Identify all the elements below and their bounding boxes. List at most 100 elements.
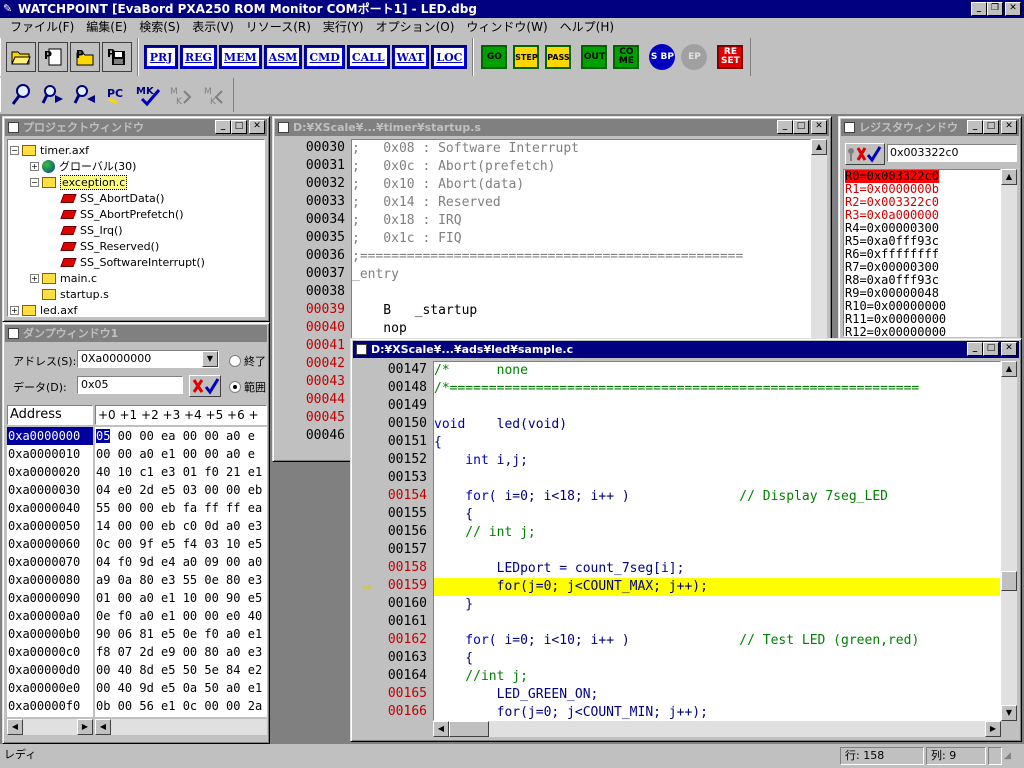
open-folder-button[interactable]: [6, 42, 36, 72]
prj-view-button[interactable]: PRJ: [144, 45, 178, 69]
bytes-hscroll[interactable]: ◀: [95, 719, 267, 735]
mark-prev-button[interactable]: MK: [198, 80, 228, 110]
tree-item[interactable]: SS_SoftwareInterrupt(): [8, 254, 264, 270]
code-line[interactable]: B _startup: [352, 302, 810, 320]
dump-address-cell[interactable]: 0xa0000060: [7, 535, 93, 553]
code-line[interactable]: for( i=0; i<18; i++ ) // Display 7seg_LE…: [434, 488, 1000, 506]
sample-hscroll[interactable]: ◀ ▶: [433, 721, 1001, 737]
wat-view-button[interactable]: WAT: [391, 45, 430, 69]
tree-item[interactable]: SS_Reserved(): [8, 238, 264, 254]
ep-button[interactable]: EP: [681, 44, 708, 70]
code-line[interactable]: LEDport = count_7seg[i];: [434, 560, 1000, 578]
code-line[interactable]: ;=======================================…: [352, 248, 810, 266]
come-button[interactable]: CO ME: [613, 45, 640, 69]
find-next-button[interactable]: [38, 80, 68, 110]
dump-row[interactable]: 04 f0 9d e4 a0 09 00 a0 24 00 9f: [95, 553, 267, 571]
resize-grip-icon[interactable]: ◢: [1004, 747, 1018, 765]
dump-byte-first[interactable]: 14: [96, 519, 110, 533]
dump-row[interactable]: 40 10 c1 e3 01 f0 21 e1 00 00 00: [95, 463, 267, 481]
scroll-right-icon[interactable]: ▶: [985, 721, 1001, 737]
tree-item[interactable]: + グローバル(30): [8, 158, 264, 174]
dump-address-cell[interactable]: 0xa00000e0: [7, 679, 93, 697]
open-file-button[interactable]: P: [70, 42, 100, 72]
dump-address-cell[interactable]: 0xa0000030: [7, 481, 93, 499]
radio-end[interactable]: 終了: [229, 353, 266, 369]
dump-row[interactable]: a9 0a 80 e3 55 0e 80 e3 14 10 9f: [95, 571, 267, 589]
pass-button[interactable]: PASS: [545, 45, 572, 69]
close-button[interactable]: ✕: [811, 120, 827, 134]
save-button[interactable]: P: [102, 42, 132, 72]
scroll-left-icon[interactable]: ◀: [95, 719, 111, 735]
code-line[interactable]: LED_GREEN_ON;: [434, 686, 1000, 704]
scroll-up-icon[interactable]: ▲: [1001, 169, 1017, 185]
current-code-line[interactable]: for(j=0; j<COUNT_MAX; j++);: [434, 578, 1000, 596]
call-view-button[interactable]: CALL: [346, 45, 390, 69]
register-value-input[interactable]: 0x003322c0: [887, 144, 1017, 162]
code-line[interactable]: for( i=0; i<10; i++ ) // Test LED (green…: [434, 632, 1000, 650]
register-vscroll[interactable]: ▲: [1001, 169, 1017, 337]
minimize-button[interactable]: _: [967, 120, 983, 134]
collapse-icon[interactable]: −: [10, 145, 19, 155]
dump-row[interactable]: 00 00 a0 e1 00 00 a0 e: [95, 445, 267, 463]
asm-view-button[interactable]: ASM: [263, 45, 303, 69]
dump-byte-first[interactable]: 04: [96, 555, 110, 569]
find-button[interactable]: [6, 80, 36, 110]
dump-byte-first[interactable]: 90: [96, 627, 110, 641]
scroll-left-icon[interactable]: ◀: [7, 719, 23, 735]
dump-row[interactable]: 00 40 8d e5 50 5e 84 e2 05 a0 a0: [95, 661, 267, 679]
mark-next-button[interactable]: MK: [166, 80, 196, 110]
code-line[interactable]: void led(void): [434, 416, 1000, 434]
dump-address-cell[interactable]: 0xa00000d0: [7, 661, 93, 679]
dump-address-cell[interactable]: 0xa0000010: [7, 445, 93, 463]
sbp-button[interactable]: S BP: [649, 44, 676, 70]
code-line[interactable]: ; 0x1c : FIQ: [352, 230, 810, 248]
scroll-down-icon[interactable]: ▼: [1001, 705, 1017, 721]
dump-byte-first[interactable]: 0e: [96, 609, 110, 623]
close-button[interactable]: ✕: [249, 120, 265, 134]
dump-row[interactable]: 00 40 9d e5 0a 50 a0 e1 01 60 a0: [95, 679, 267, 697]
dump-address-cell[interactable]: 0xa0000090: [7, 589, 93, 607]
dump-byte-first[interactable]: 40: [96, 465, 110, 479]
dump-byte-first[interactable]: 01: [96, 591, 110, 605]
dump-row[interactable]: 55 00 00 eb fa ff ff ea 04 e0 2c: [95, 499, 267, 517]
project-tree[interactable]: − timer.axf + グローバル(30) − exception.c SS_Abort…: [7, 139, 265, 317]
scroll-up-icon[interactable]: ▲: [811, 139, 827, 155]
code-line[interactable]: ; 0x0c : Abort(prefetch): [352, 158, 810, 176]
code-line[interactable]: //int j;: [434, 668, 1000, 686]
dump-byte-first[interactable]: 0b: [96, 699, 110, 713]
menu-run[interactable]: 実行(Y): [317, 18, 370, 36]
dump-address-list[interactable]: 0xa0000000 0xa0000010 0xa0000020 0xa0000030…: [7, 427, 93, 717]
code-line[interactable]: {: [434, 506, 1000, 524]
close-button[interactable]: ✕: [1005, 2, 1021, 16]
menu-help[interactable]: ヘルプ(H): [554, 18, 620, 36]
dump-byte-first[interactable]: 00: [96, 447, 110, 461]
code-line[interactable]: [434, 398, 1000, 416]
reg-view-button[interactable]: REG: [180, 45, 217, 69]
dump-byte-first[interactable]: 04: [96, 483, 110, 497]
maximize-button[interactable]: □: [231, 120, 247, 134]
tree-item[interactable]: − exception.c: [8, 174, 264, 190]
collapse-icon[interactable]: −: [30, 177, 39, 187]
tree-item[interactable]: + main.c: [8, 270, 264, 286]
minimize-button[interactable]: _: [215, 120, 231, 134]
tree-item[interactable]: SS_AbortData(): [8, 190, 264, 206]
tree-item[interactable]: SS_Irq(): [8, 222, 264, 238]
dump-row[interactable]: 14 00 00 eb c0 0d a0 e3 14 10 9f: [95, 517, 267, 535]
menu-option[interactable]: オプション(O): [370, 18, 461, 36]
go-button[interactable]: GO: [481, 45, 508, 69]
code-line[interactable]: [434, 542, 1000, 560]
code-line[interactable]: int i,j;: [434, 452, 1000, 470]
code-line[interactable]: for(j=0; j<COUNT_MIN; j++);: [434, 704, 1000, 720]
code-line[interactable]: ; 0x10 : Abort(data): [352, 176, 810, 194]
menu-view[interactable]: 表示(V): [186, 18, 240, 36]
startup-window-titlebar[interactable]: D:¥XScale¥...¥timer¥startup.s _ □ ✕: [275, 119, 829, 136]
mem-view-button[interactable]: MEM: [218, 45, 262, 69]
dump-row[interactable]: 0c 00 9f e5 f4 03 10 e5 a0 16 a0: [95, 535, 267, 553]
dump-address-cell[interactable]: 0xa0000080: [7, 571, 93, 589]
maximize-button[interactable]: □: [983, 120, 999, 134]
dump-address-cell[interactable]: 0xa0000000: [7, 427, 93, 445]
tree-item[interactable]: SS_AbortPrefetch(): [8, 206, 264, 222]
code-line[interactable]: [352, 284, 810, 302]
project-window-titlebar[interactable]: プロジェクトウィンドウ _ □ ✕: [5, 119, 267, 136]
menu-resource[interactable]: リソース(R): [240, 18, 317, 36]
